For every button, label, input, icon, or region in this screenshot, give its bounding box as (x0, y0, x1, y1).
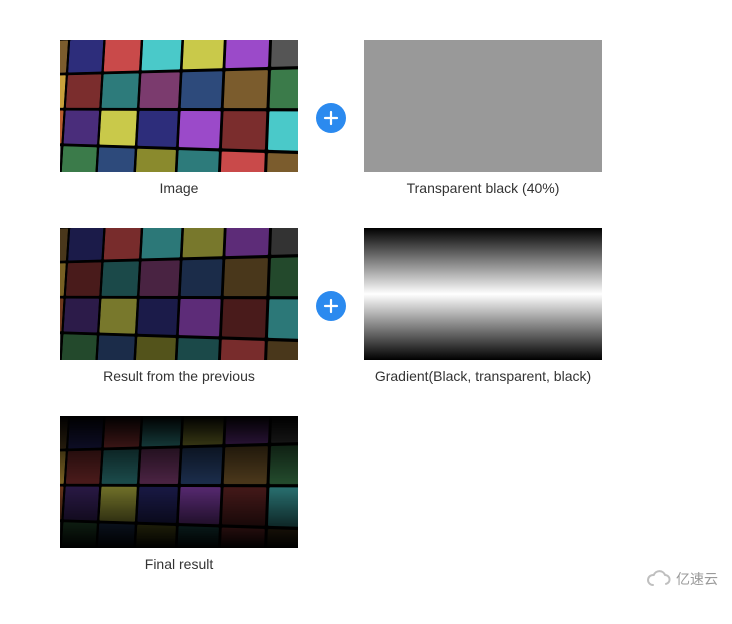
col-image: Image (60, 40, 298, 196)
caption-gradient: Gradient(Black, transparent, black) (375, 368, 591, 384)
row-1: Image Transparent black (40%) (60, 40, 672, 196)
plus-icon (316, 103, 346, 133)
col-result-previous: Result from the previous (60, 228, 298, 384)
watermark: 亿速云 (646, 569, 718, 589)
watermark-cloud-icon (646, 570, 672, 588)
row-3: Final result (60, 416, 672, 572)
col-final-result: Final result (60, 416, 298, 572)
row-2: Result from the previous Gradient(Black,… (60, 228, 672, 384)
plus-icon (316, 291, 346, 321)
col-transparent-black: Transparent black (40%) (364, 40, 602, 196)
tile-final-result (60, 416, 298, 548)
overlay-gradient (60, 416, 298, 548)
watermark-text: 亿速云 (676, 569, 718, 589)
caption-image: Image (160, 180, 199, 196)
diagram-container: Image Transparent black (40%) (0, 0, 732, 624)
col-gradient: Gradient(Black, transparent, black) (364, 228, 602, 384)
overlay-black-40 (60, 228, 298, 360)
caption-transparent-black: Transparent black (40%) (407, 180, 560, 196)
tile-gradient (364, 228, 602, 360)
caption-final-result: Final result (145, 556, 213, 572)
movie-wall-graphic (60, 40, 298, 172)
caption-result-previous: Result from the previous (103, 368, 255, 384)
tile-transparent-black-40 (364, 40, 602, 172)
tile-result-previous (60, 228, 298, 360)
tile-original-image (60, 40, 298, 172)
